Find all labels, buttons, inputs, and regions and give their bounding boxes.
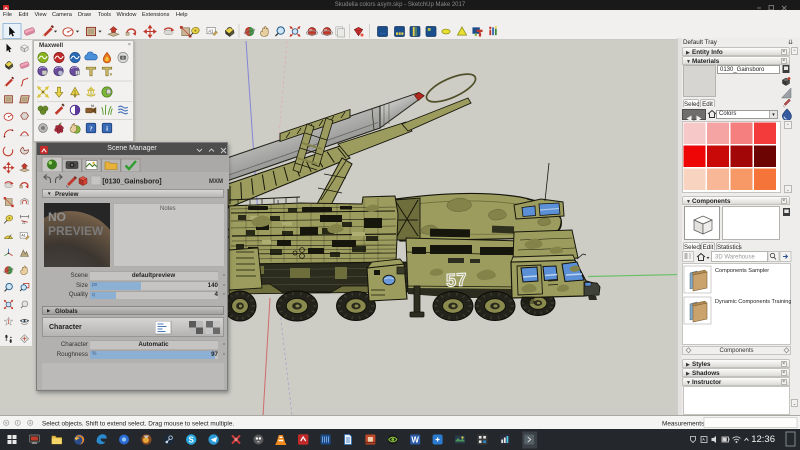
svg-text:21: 21: [22, 221, 26, 225]
svg-text:S: S: [189, 435, 195, 444]
svg-text:A1: A1: [208, 28, 214, 33]
svg-text:PREVIEW: PREVIEW: [48, 224, 104, 238]
svg-text:?: ?: [89, 125, 92, 132]
svg-text:NO: NO: [48, 210, 66, 224]
svg-text:i: i: [106, 125, 108, 132]
svg-text:[0130_Gainsboro]: [0130_Gainsboro]: [102, 179, 161, 186]
svg-text:fd: fd: [91, 104, 94, 108]
svg-text:3D Warehouse: 3D Warehouse: [715, 255, 755, 261]
svg-text:W: W: [411, 436, 419, 445]
svg-text:MXM: MXM: [209, 179, 223, 185]
svg-text:Select objects. Shift to exten: Select objects. Shift to extend select. …: [42, 421, 234, 428]
svg-text:Dynamic Components Training: Dynamic Components Training: [715, 299, 791, 305]
svg-text:A1: A1: [21, 234, 25, 238]
svg-text:Components Sampler: Components Sampler: [715, 268, 769, 274]
svg-text:Measurements: Measurements: [662, 421, 704, 428]
svg-text:57: 57: [446, 269, 468, 290]
